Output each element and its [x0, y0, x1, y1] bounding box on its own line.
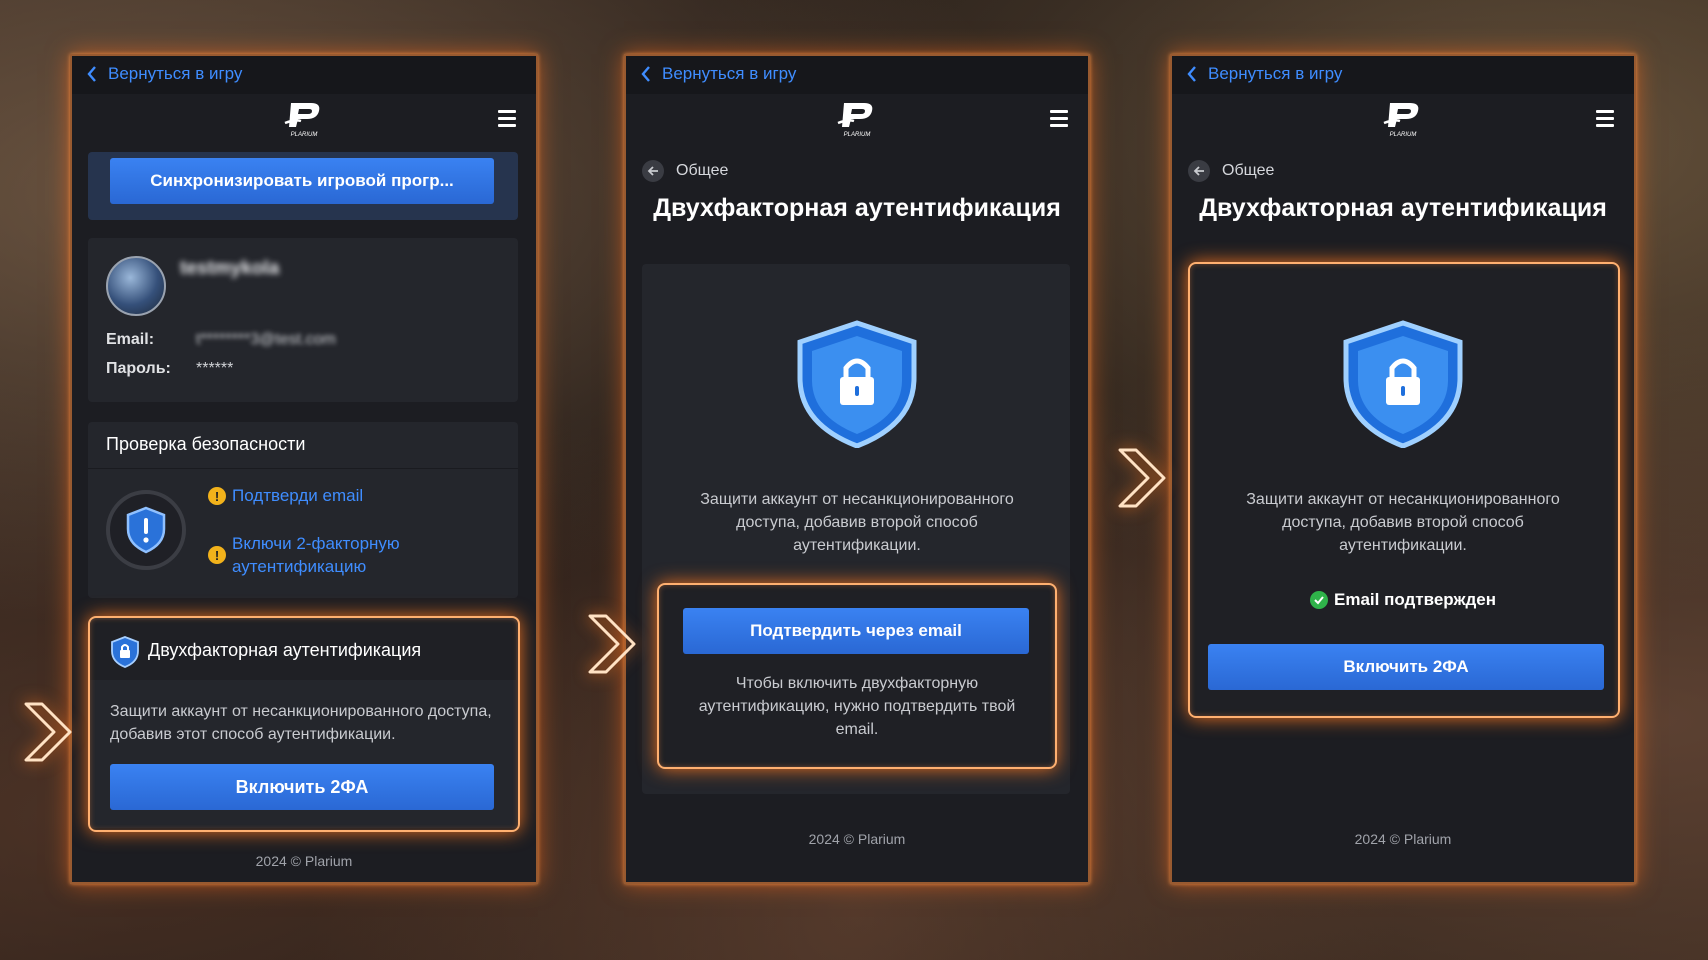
back-to-game-link[interactable]: Вернуться в игру: [86, 64, 242, 84]
topbar: Вернуться в игру: [1172, 56, 1634, 94]
back-to-game-link[interactable]: Вернуться в игру: [1186, 64, 1342, 84]
plarium-logo-icon[interactable]: PLARIUM: [1380, 99, 1426, 139]
page-title: Двухфакторная аутентификация: [1199, 194, 1607, 222]
chevron-left-icon: [641, 66, 650, 82]
shield-icon: [126, 506, 166, 554]
security-check-card: Проверка безопасности ! Подтверди email …: [88, 422, 518, 598]
highlight-frame: [657, 583, 1057, 769]
back-to-game-label: Вернуться в игру: [108, 64, 243, 83]
profile-card: testmykola Email: t********3@test.com Па…: [88, 238, 518, 402]
topbar: Вернуться в игру: [626, 56, 1088, 94]
footer: 2024 © Plarium: [1354, 831, 1452, 847]
panel-2fa-step2: Вернуться в игру PLARIUM Общее Двухфакто…: [1170, 54, 1636, 884]
back-to-game-label: Вернуться в игру: [1208, 64, 1343, 83]
security-item-confirm-email-label: Подтверди email: [232, 486, 364, 505]
warning-icon: !: [208, 487, 226, 505]
password-value: ******: [196, 360, 234, 377]
logo-text: PLARIUM: [1390, 132, 1417, 138]
warning-icon: !: [208, 546, 226, 564]
security-item-confirm-email[interactable]: ! Подтверди email: [208, 486, 363, 506]
breadcrumb[interactable]: Общее: [642, 160, 728, 182]
highlight-frame: [1188, 262, 1620, 718]
sync-progress-button[interactable]: Синхронизировать игровой прогр...: [110, 158, 494, 204]
back-to-game-label: Вернуться в игру: [662, 64, 797, 83]
username: testmykola: [180, 258, 280, 279]
chevron-left-icon: [1187, 66, 1196, 82]
page-title: Двухфакторная аутентификация: [653, 194, 1061, 222]
plarium-logo-icon[interactable]: PLARIUM: [281, 99, 327, 139]
security-item-enable-2fa-label: Включи 2-факторную аутентификацию: [232, 534, 400, 576]
back-to-game-link[interactable]: Вернуться в игру: [640, 64, 796, 84]
chevron-right-icon: [588, 614, 636, 674]
shield-lock-icon: [797, 320, 917, 448]
security-ring: [106, 490, 186, 570]
chevron-right-icon: [1118, 448, 1166, 508]
sync-card: Синхронизировать игровой прогр...: [88, 152, 518, 220]
header: PLARIUM: [72, 94, 536, 146]
arrow-left-icon: [1188, 160, 1210, 182]
menu-icon[interactable]: [498, 110, 516, 128]
breadcrumb-label: Общее: [1222, 162, 1275, 179]
security-item-enable-2fa[interactable]: ! Включи 2-факторную аутентификацию: [208, 532, 428, 578]
email-value: t********3@test.com: [196, 331, 336, 348]
breadcrumb-label: Общее: [676, 162, 729, 179]
chevron-right-icon: [24, 702, 72, 762]
panel-2fa-step1: Вернуться в игру PLARIUM Общее Двухфакто…: [624, 54, 1090, 884]
panel-account: Вернуться в игру PLARIUM Синхронизироват…: [70, 54, 538, 884]
twofa-description: Защити аккаунт от несанкционированного д…: [700, 491, 1014, 554]
plarium-logo-icon[interactable]: PLARIUM: [834, 99, 880, 139]
topbar: Вернуться в игру: [72, 56, 536, 94]
highlight-frame: [88, 616, 520, 832]
header: PLARIUM: [626, 94, 1088, 146]
header: PLARIUM: [1172, 94, 1634, 146]
footer: 2024 © Plarium: [255, 853, 353, 869]
logo-text: PLARIUM: [291, 132, 318, 138]
breadcrumb[interactable]: Общее: [1188, 160, 1274, 182]
menu-icon[interactable]: [1050, 110, 1068, 128]
arrow-left-icon: [642, 160, 664, 182]
menu-icon[interactable]: [1596, 110, 1614, 128]
password-label: Пароль:: [106, 360, 171, 377]
security-check-title: Проверка безопасности: [106, 434, 306, 454]
footer: 2024 © Plarium: [808, 831, 906, 847]
logo-text: PLARIUM: [844, 132, 871, 138]
chevron-left-icon: [87, 66, 96, 82]
email-label: Email:: [106, 331, 155, 348]
avatar[interactable]: [106, 256, 166, 316]
